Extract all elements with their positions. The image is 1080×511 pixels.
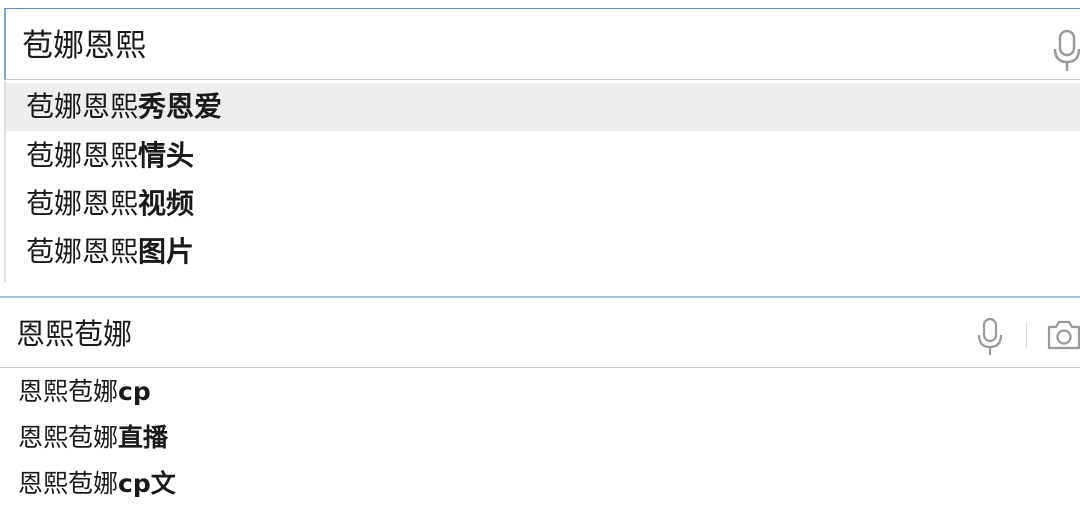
search-panel-2: 恩熙苞娜 恩熙苞娜cp 恩熙苞娜直播 恩熙苞娜cp文 [0, 296, 1080, 511]
suggestion-suffix: 情头 [138, 139, 195, 172]
suggestion-prefix: 恩熙苞娜 [18, 423, 119, 452]
suggestion-suffix: 直播 [118, 423, 169, 452]
suggestion-suffix: cp [118, 377, 151, 406]
suggestion-suffix: cp文 [118, 469, 176, 498]
suggestion-suffix: 图片 [138, 235, 195, 268]
suggestion-list-2: 恩熙苞娜cp 恩熙苞娜直播 恩熙苞娜cp文 [0, 369, 1080, 511]
suggestion-list-1: 苞娜恩熙秀恩爱 苞娜恩熙情头 苞娜恩熙视频 苞娜恩熙图片 [4, 81, 1080, 282]
toolbar-divider [1026, 322, 1027, 348]
search-input-2[interactable]: 恩熙苞娜 [16, 316, 132, 352]
suggestion-item[interactable]: 恩熙苞娜直播 [0, 415, 1080, 461]
suggestion-prefix: 苞娜恩熙 [26, 187, 139, 220]
search-box-2[interactable]: 恩熙苞娜 [0, 296, 1080, 368]
search-panel-1: 苞娜恩熙 苞娜恩熙秀恩爱 苞娜恩熙情头 苞娜恩熙视频 苞娜恩熙图片 [0, 0, 1080, 282]
suggestion-prefix: 恩熙苞娜 [18, 469, 119, 498]
search-input-1[interactable]: 苞娜恩熙 [22, 27, 146, 65]
suggestion-item[interactable]: 恩熙苞娜cp [0, 369, 1080, 415]
suggestion-prefix: 苞娜恩熙 [26, 235, 139, 268]
camera-icon[interactable] [1046, 318, 1080, 356]
suggestion-item[interactable]: 苞娜恩熙视频 [6, 180, 1080, 228]
suggestion-item[interactable]: 恩熙苞娜cp文 [0, 461, 1080, 507]
suggestion-item[interactable]: 苞娜恩熙秀恩爱 [6, 83, 1080, 131]
suggestion-prefix: 苞娜恩熙 [26, 139, 139, 172]
suggestion-prefix: 苞娜恩熙 [26, 90, 139, 123]
microphone-icon[interactable] [975, 317, 1005, 361]
suggestion-prefix: 恩熙苞娜 [18, 377, 119, 406]
search-box-1[interactable]: 苞娜恩熙 [4, 8, 1080, 80]
suggestion-item[interactable]: 苞娜恩熙图片 [6, 228, 1080, 276]
suggestion-suffix: 视频 [138, 187, 195, 220]
suggestion-suffix: 秀恩爱 [138, 90, 223, 123]
microphone-icon[interactable] [1051, 29, 1080, 77]
suggestion-item[interactable]: 苞娜恩熙情头 [6, 132, 1080, 180]
